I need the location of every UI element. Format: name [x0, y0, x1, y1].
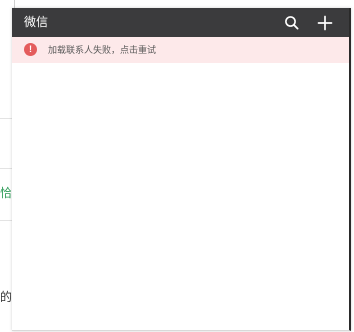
search-button[interactable]: [282, 13, 302, 33]
background-text-fragment: 的: [0, 290, 11, 304]
add-button[interactable]: [315, 13, 335, 33]
plus-icon: [317, 15, 333, 31]
error-icon: !: [24, 43, 37, 56]
background-rule: [0, 220, 12, 221]
window-title: 微信: [24, 15, 49, 29]
background-text-fragment: 恰: [0, 186, 11, 200]
load-contacts-failed-alert[interactable]: ! 加载联系人失败，点击重试: [12, 37, 349, 63]
contact-list-area: [12, 63, 349, 330]
background-rule: [0, 118, 12, 119]
alert-message[interactable]: 加载联系人失败，点击重试: [48, 43, 156, 57]
background-rule: [0, 168, 12, 169]
wechat-panel: 微信 ! 加载联系人失败，点击重试: [12, 8, 351, 331]
title-bar: 微信: [12, 8, 349, 37]
search-icon: [285, 16, 299, 30]
